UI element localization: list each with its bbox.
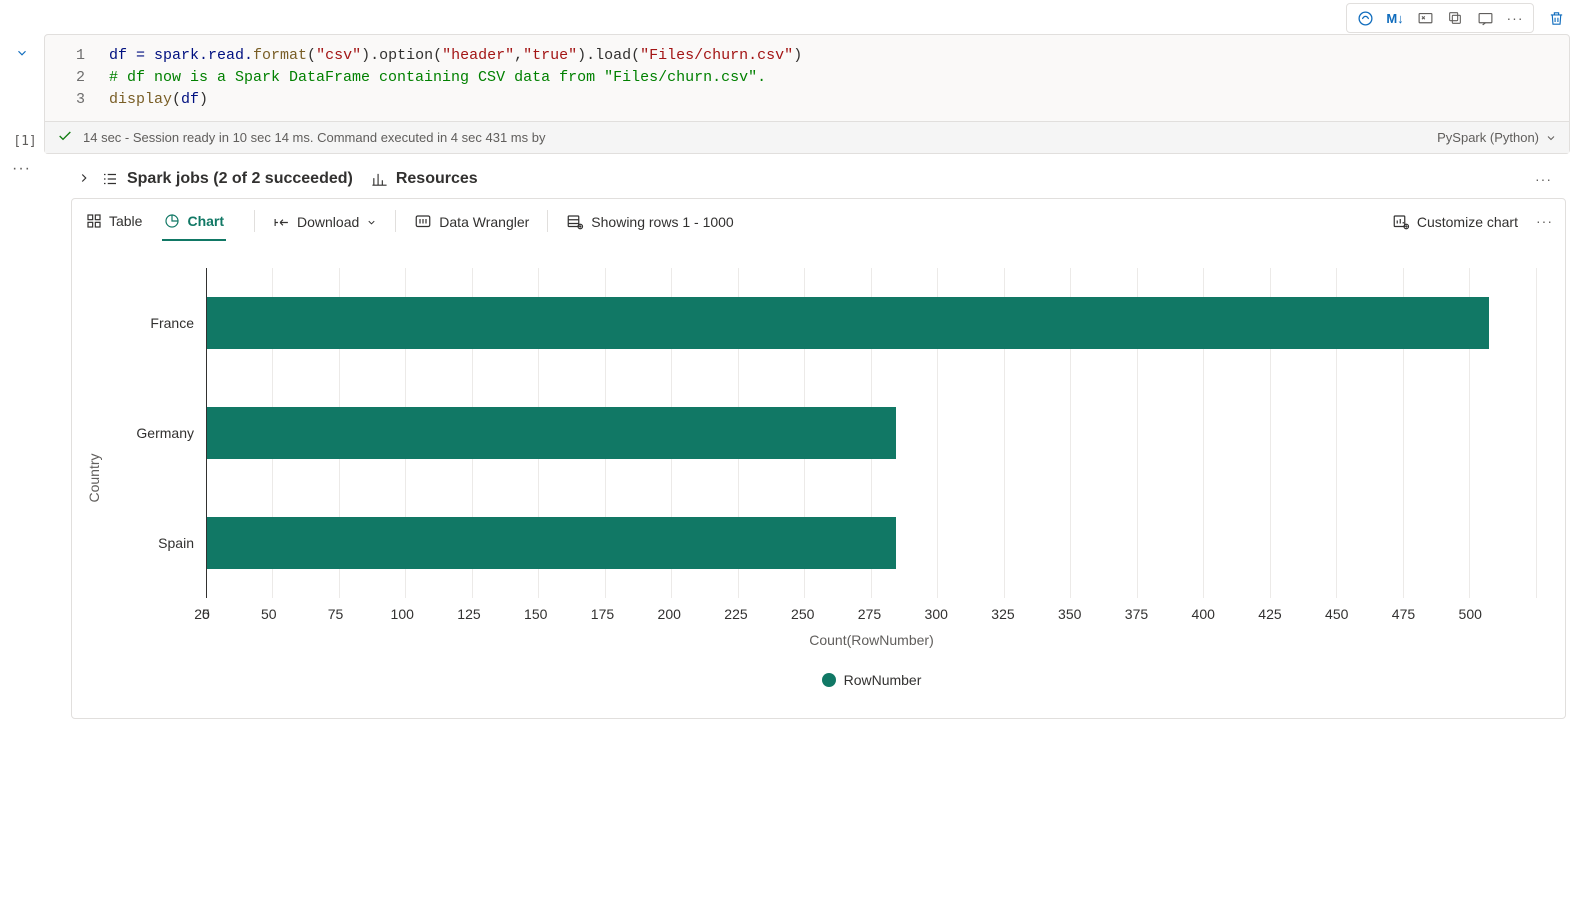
output-toolbar: Table Chart Download Data Wrangler — [72, 199, 1565, 242]
resources-label: Resources — [396, 170, 478, 188]
tab-table-label: Table — [109, 213, 142, 229]
success-check-icon — [57, 128, 73, 147]
view-tabs: Table Chart — [84, 207, 240, 241]
chart-bar[interactable] — [207, 407, 896, 459]
chart-bar[interactable] — [207, 517, 896, 569]
output-sections: Spark jobs (2 of 2 succeeded) Resources … — [31, 158, 1578, 198]
bar-chart-icon — [371, 171, 388, 188]
table-icon — [86, 213, 102, 229]
output-panel: Table Chart Download Data Wrangler — [71, 198, 1566, 719]
cell-status-bar: [1] 14 sec - Session ready in 10 sec 14 … — [45, 121, 1569, 153]
tab-table[interactable]: Table — [84, 207, 144, 241]
code-cell-row: 123 df = spark.read.format("csv").option… — [0, 34, 1578, 158]
add-comment-icon[interactable] — [1473, 6, 1497, 30]
chevron-down-icon — [1545, 132, 1557, 144]
tab-chart[interactable]: Chart — [162, 207, 226, 241]
chart-xlabel: Count(RowNumber) — [188, 632, 1537, 648]
execution-count: [1] — [11, 128, 39, 149]
status-text: 14 sec - Session ready in 10 sec 14 ms. … — [83, 130, 545, 145]
chevron-down-icon — [366, 217, 377, 228]
divider — [395, 210, 396, 232]
code-editor[interactable]: 123 df = spark.read.format("csv").option… — [45, 35, 1569, 121]
data-wrangler-button[interactable]: Data Wrangler — [410, 207, 533, 241]
resources-section[interactable]: Resources — [371, 170, 478, 188]
markdown-toggle[interactable]: M↓ — [1383, 6, 1407, 30]
code-content: df = spark.read.format("csv").option("he… — [109, 45, 802, 111]
customize-icon — [1392, 213, 1410, 231]
customize-chart-button[interactable]: Customize chart — [1388, 207, 1522, 241]
pie-chart-icon — [164, 213, 180, 229]
wrangler-icon — [414, 213, 432, 231]
chart-ylabel: Country — [86, 453, 102, 502]
cell-action-group: M↓ ··· — [1346, 3, 1534, 33]
expand-sections[interactable] — [77, 171, 91, 188]
chart-legend: RowNumber — [188, 672, 1537, 688]
legend-dot — [822, 673, 836, 687]
sections-more[interactable]: ··· — [1535, 171, 1570, 187]
output-more-actions[interactable]: ··· — [1536, 213, 1553, 235]
download-button[interactable]: Download — [269, 208, 381, 241]
line-numbers: 123 — [49, 45, 109, 111]
rows-label: Showing rows 1 - 1000 — [591, 214, 733, 230]
delete-cell-icon[interactable] — [1544, 6, 1568, 30]
tab-chart-label: Chart — [187, 213, 224, 229]
download-label: Download — [297, 214, 359, 230]
clear-output-icon[interactable] — [1413, 6, 1437, 30]
chart-x-ticks: 0255075100125150175200225250275300325350… — [188, 598, 1537, 622]
customize-label: Customize chart — [1417, 214, 1518, 230]
divider — [254, 210, 255, 232]
data-wrangler-label: Data Wrangler — [439, 214, 529, 230]
list-icon — [101, 170, 119, 188]
cell-action-toolbar: M↓ ··· — [0, 0, 1578, 34]
chart-y-categories: France Germany Spain — [118, 268, 206, 598]
chart-bar[interactable] — [207, 297, 1489, 349]
chart-container: Country France Germany Spain 02550751001… — [72, 242, 1565, 718]
cell-gutter-more[interactable]: ··· — [0, 158, 31, 739]
collapse-gutter[interactable] — [8, 34, 36, 60]
code-cell: 123 df = spark.read.format("csv").option… — [44, 34, 1570, 154]
spark-jobs-label: Spark jobs (2 of 2 succeeded) — [127, 170, 353, 188]
spark-jobs-section[interactable]: Spark jobs (2 of 2 succeeded) — [101, 170, 353, 188]
divider — [547, 210, 548, 232]
chevron-down-icon — [15, 46, 29, 60]
legend-label: RowNumber — [844, 672, 922, 688]
more-actions-icon[interactable]: ··· — [1503, 6, 1527, 30]
chart-plot-area — [206, 268, 1537, 598]
chevron-right-icon — [77, 171, 91, 185]
language-selector[interactable]: PySpark (Python) — [1437, 130, 1557, 145]
copilot-icon[interactable] — [1353, 6, 1377, 30]
copy-cell-icon[interactable] — [1443, 6, 1467, 30]
download-icon — [273, 214, 290, 231]
rows-icon — [566, 213, 584, 231]
rows-indicator[interactable]: Showing rows 1 - 1000 — [562, 207, 737, 241]
